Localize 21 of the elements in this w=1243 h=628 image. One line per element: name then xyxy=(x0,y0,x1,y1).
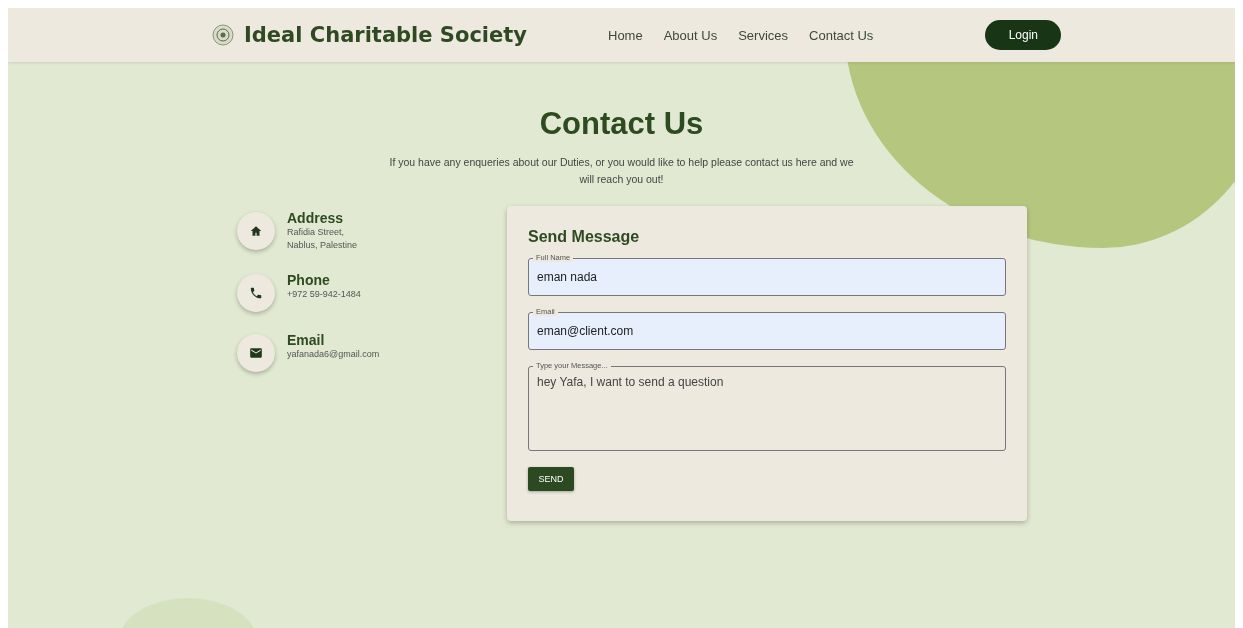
contact-detail: Nablus, Palestine xyxy=(287,239,358,252)
nav-link[interactable]: Services xyxy=(738,27,789,43)
form-title: Send Message xyxy=(528,228,641,246)
logo-icon xyxy=(212,24,234,46)
phone-icon xyxy=(249,286,263,300)
nav-link[interactable]: Home xyxy=(608,27,643,43)
intro-text: If you have any enqueries about our Duties, or you would like to help please contact us here and we will reach you out! xyxy=(388,155,855,187)
nav-link[interactable]: About Us xyxy=(663,27,718,43)
contact-detail: Rafidia Street, xyxy=(287,226,346,239)
contact-label: Phone xyxy=(287,272,331,288)
brand-name: Ideal Charitable Society xyxy=(244,23,528,47)
contact-detail: +972 59-942-1484 xyxy=(287,288,361,301)
contact-detail: yafanada6@gmail.com xyxy=(287,348,380,361)
send-button[interactable]: SEND xyxy=(528,467,574,491)
page-title: Contact Us xyxy=(539,106,704,142)
home-icon xyxy=(249,224,263,238)
envelope-icon xyxy=(249,346,263,360)
nav-link[interactable]: Contact Us xyxy=(809,27,874,43)
contact-label: Email xyxy=(287,332,326,348)
login-button[interactable]: Login xyxy=(985,20,1062,50)
contact-label: Address xyxy=(287,210,345,226)
